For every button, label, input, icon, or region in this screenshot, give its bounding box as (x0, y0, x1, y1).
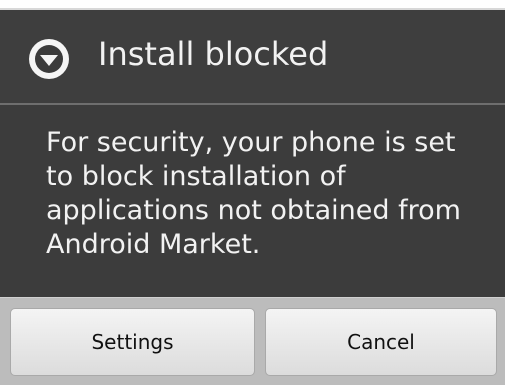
cancel-button[interactable]: Cancel (265, 308, 497, 376)
settings-button[interactable]: Settings (10, 308, 255, 376)
dialog-message: For security, your phone is set to block… (46, 127, 461, 260)
dialog-title-bar: Install blocked (0, 10, 505, 105)
dialog-title: Install blocked (98, 35, 329, 73)
alert-chevron-icon (29, 39, 69, 79)
install-blocked-dialog: Install blocked For security, your phone… (0, 8, 505, 385)
dialog-button-bar: Settings Cancel (0, 297, 505, 385)
